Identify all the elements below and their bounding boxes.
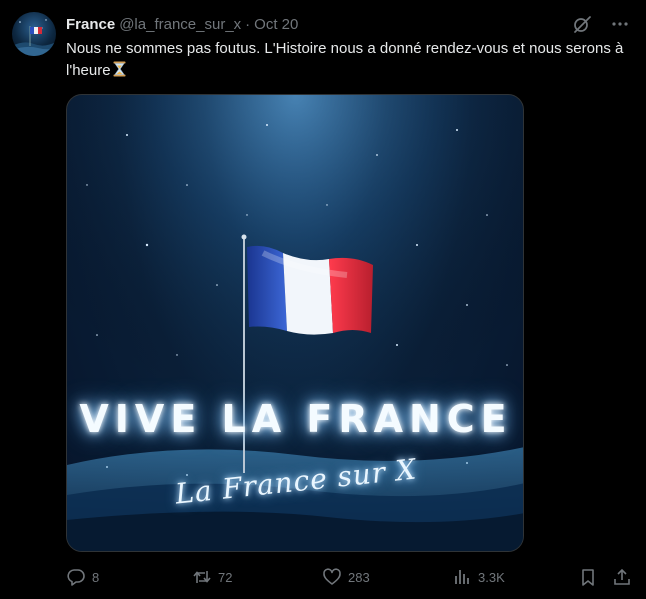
like-count: 283 (348, 569, 370, 585)
image-headline: VIVE LA FRANCE (79, 397, 513, 441)
tweet-date[interactable]: Oct 20 (254, 16, 298, 33)
reply-button[interactable]: 8 (66, 567, 99, 587)
bookmark-icon (578, 567, 598, 587)
author-name[interactable]: France (66, 16, 115, 33)
tweet-header: France @la_france_sur_x · Oct 20 (66, 14, 298, 34)
like-button[interactable]: 283 (322, 567, 370, 587)
tweet-image[interactable]: VIVE LA FRANCE La France sur X (66, 94, 524, 552)
reply-count: 8 (92, 569, 100, 585)
views-button[interactable]: 3.3K (452, 567, 505, 587)
repost-icon (192, 567, 212, 587)
tweet-body: Nous ne sommes pas foutus. L'Histoire no… (66, 40, 624, 79)
grok-icon[interactable] (572, 14, 592, 34)
tweet-text: Nous ne sommes pas foutus. L'Histoire no… (66, 38, 626, 82)
tweet-actions: 8 72 283 3.3K (66, 566, 636, 588)
views-count: 3.3K (478, 569, 505, 585)
separator-dot: · (245, 15, 251, 33)
avatar[interactable] (12, 12, 56, 56)
author-handle[interactable]: @la_france_sur_x (119, 16, 241, 33)
tweet-top-icons (572, 14, 630, 34)
share-icon (612, 567, 632, 587)
more-icon[interactable] (610, 14, 630, 34)
like-icon (322, 567, 342, 587)
reply-icon (66, 567, 86, 587)
bookmark-button[interactable] (578, 567, 598, 587)
views-icon (452, 567, 472, 587)
tweet[interactable]: France @la_france_sur_x · Oct 20 Nous ne… (0, 0, 646, 599)
repost-count: 72 (218, 569, 233, 585)
repost-button[interactable]: 72 (192, 567, 232, 587)
hourglass-icon (113, 61, 126, 77)
share-button[interactable] (612, 567, 632, 587)
